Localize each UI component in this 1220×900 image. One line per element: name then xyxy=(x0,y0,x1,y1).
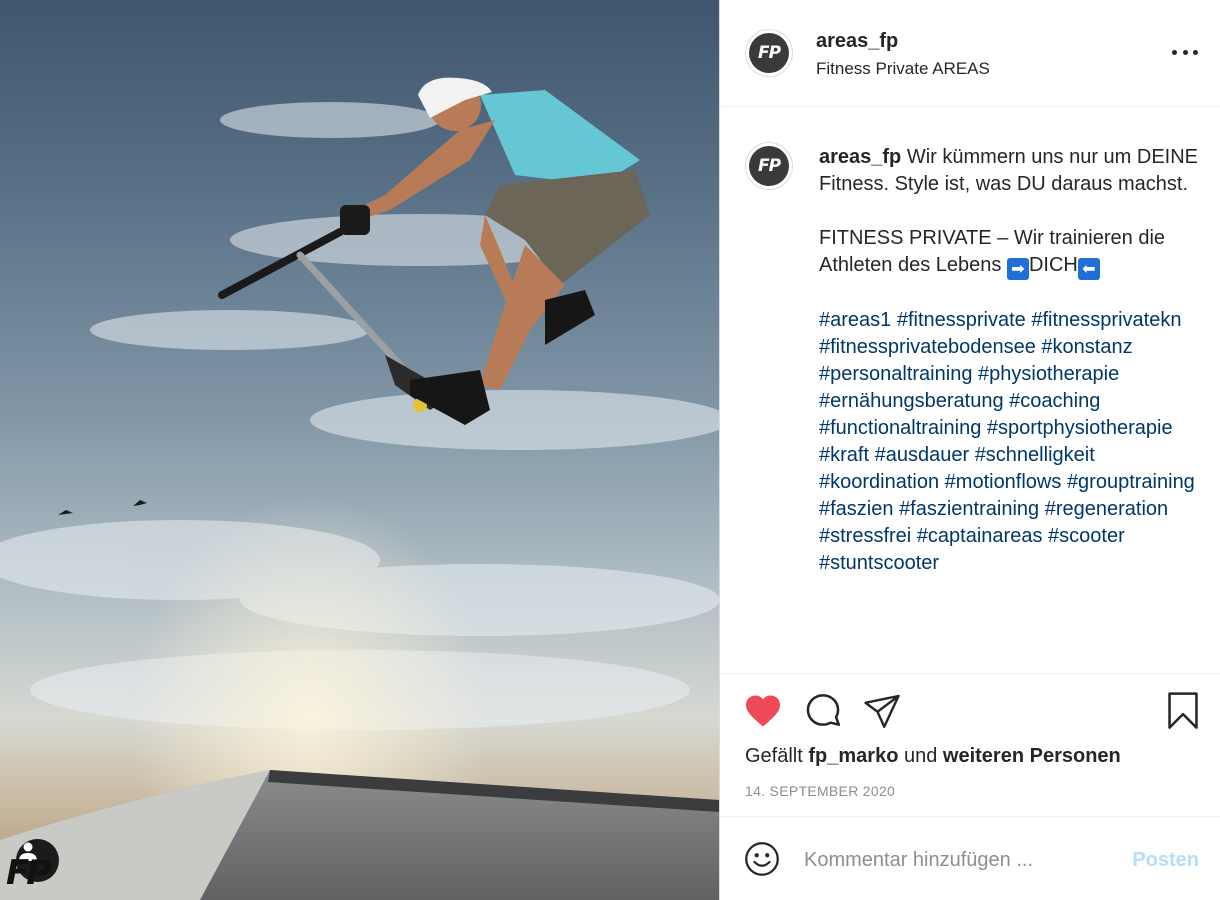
hashtag-list: #areas1 #fitnessprivate #fitnessprivatek… xyxy=(819,307,1199,577)
arrow-right-emoji-icon: ➡ xyxy=(1006,258,1029,280)
hashtag-link[interactable]: #ernähungsberatung xyxy=(819,390,1004,412)
caption-avatar[interactable]: FP xyxy=(745,142,793,190)
hashtag-link[interactable]: #captainareas xyxy=(917,525,1043,547)
post-image[interactable]: FP xyxy=(0,0,719,900)
header-username[interactable]: areas_fp xyxy=(816,30,898,53)
hashtag-link[interactable]: #sportphysiotherapie xyxy=(987,417,1173,439)
hashtag-link[interactable]: #coaching xyxy=(1009,390,1100,412)
avatar-initials: FP xyxy=(749,146,789,186)
likes-user-link[interactable]: fp_marko xyxy=(808,745,898,767)
caption-line-2: FITNESS PRIVATE – Wir trainieren die Ath… xyxy=(819,227,1166,276)
hashtag-link[interactable]: #faszientraining xyxy=(899,498,1039,520)
caption-username[interactable]: areas_fp xyxy=(819,146,901,168)
header-subtitle[interactable]: Fitness Private AREAS xyxy=(816,59,990,79)
hashtag-link[interactable]: #ausdauer xyxy=(875,444,970,466)
hashtag-link[interactable]: #regeneration xyxy=(1045,498,1168,520)
hashtag-link[interactable]: #stuntscooter xyxy=(819,552,939,574)
hashtag-link[interactable]: #fitnessprivatebodensee xyxy=(819,336,1036,358)
profile-avatar[interactable]: FP xyxy=(745,29,793,77)
likes-others-link[interactable]: weiteren Personen xyxy=(943,745,1121,767)
caption-section: FP areas_fp Wir kümmern uns nur um DEINE… xyxy=(720,108,1220,673)
hashtag-link[interactable]: #faszien xyxy=(819,498,894,520)
more-icon xyxy=(1172,49,1177,55)
avatar-initials: FP xyxy=(749,33,789,73)
more-icon xyxy=(1193,49,1198,55)
hashtag-link[interactable]: #fitnessprivatekn xyxy=(1031,309,1181,331)
photo-watermark: FP xyxy=(6,853,51,893)
caption-word-dich: DICH xyxy=(1028,254,1078,276)
hashtag-link[interactable]: #kraft xyxy=(819,444,869,466)
more-options-button[interactable] xyxy=(1172,42,1198,62)
likes-summary: Gefällt fp_marko und weiteren Personen xyxy=(745,745,1121,768)
hashtag-link[interactable]: #physiotherapie xyxy=(978,363,1119,385)
post-header: FP areas_fp Fitness Private AREAS xyxy=(720,0,1220,107)
hashtag-link[interactable]: #koordination xyxy=(819,471,939,493)
post-panel: FP areas_fp Fitness Private AREAS FP are… xyxy=(719,0,1220,900)
comment-icon[interactable] xyxy=(804,693,842,731)
likes-mid: und xyxy=(903,745,938,767)
hashtag-link[interactable]: #fitnessprivate xyxy=(897,309,1026,331)
arrow-left-emoji-icon: ⬅ xyxy=(1077,258,1100,280)
actions-section: Gefällt fp_marko und weiteren Personen 1… xyxy=(720,673,1220,816)
caption-text: areas_fp Wir kümmern uns nur um DEINE Fi… xyxy=(819,144,1199,577)
hashtag-link[interactable]: #areas1 xyxy=(819,309,891,331)
hashtag-link[interactable]: #grouptraining xyxy=(1067,471,1195,493)
comment-section: Posten xyxy=(720,816,1220,900)
hashtag-link[interactable]: #scooter xyxy=(1048,525,1125,547)
hashtag-link[interactable]: #stressfrei xyxy=(819,525,911,547)
heart-filled-icon[interactable] xyxy=(744,694,782,728)
bookmark-icon[interactable] xyxy=(1166,692,1200,730)
post-comment-button[interactable]: Posten xyxy=(1132,849,1199,872)
hashtag-link[interactable]: #motionflows xyxy=(945,471,1062,493)
likes-prefix: Gefällt xyxy=(745,745,803,767)
hashtag-link[interactable]: #personaltraining xyxy=(819,363,972,385)
hashtag-link[interactable]: #konstanz xyxy=(1041,336,1132,358)
comment-input[interactable] xyxy=(804,845,1104,875)
post-photo-illustration xyxy=(0,0,719,900)
hashtag-link[interactable]: #schnelligkeit xyxy=(975,444,1095,466)
post-date[interactable]: 14. SEPTEMBER 2020 xyxy=(745,783,895,799)
hashtag-link[interactable]: #functionaltraining xyxy=(819,417,981,439)
more-icon xyxy=(1182,49,1188,55)
send-icon[interactable] xyxy=(863,693,901,729)
smiley-icon[interactable] xyxy=(744,841,780,877)
